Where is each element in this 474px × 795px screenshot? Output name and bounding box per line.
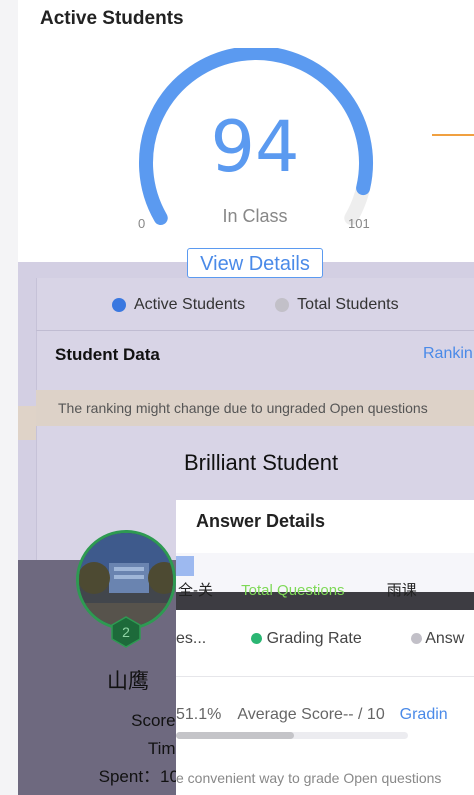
question-marker: [176, 556, 194, 576]
gauge-max: 101: [348, 216, 370, 231]
grading-dot-icon: [251, 633, 263, 645]
score-line: Score1: [131, 711, 185, 730]
view-details-button[interactable]: View Details: [187, 248, 323, 278]
strip-prefix: 全-关: [178, 582, 213, 599]
grading-rate-label[interactable]: Grading Rate: [267, 630, 362, 647]
grading-link[interactable]: Gradin: [400, 706, 448, 723]
grading-progress-fill: [176, 732, 295, 739]
grading-legend: es... Grading Rate Answ: [176, 630, 474, 660]
legend-active-label[interactable]: Active Students: [134, 296, 245, 314]
notice-edge: [18, 406, 36, 440]
brilliant-student-title: Brilliant Student: [184, 450, 339, 475]
total-questions-label[interactable]: Total Questions: [217, 582, 344, 599]
total-dot-icon: [275, 298, 290, 312]
rank-badge-number: 2: [122, 624, 130, 640]
student-data-title: Student Data: [55, 345, 160, 364]
average-score: Average Score-- / 10: [237, 706, 385, 723]
answer-label[interactable]: Answ: [425, 630, 464, 647]
row-divider: [176, 676, 474, 677]
grading-progress-bar: [176, 732, 408, 739]
answer-dot-icon: [410, 633, 422, 645]
bottom-note: e convenient way to grade Open questions: [176, 770, 442, 786]
student-stats: Score1 Time Spent：10": [60, 707, 185, 791]
question-tab-row[interactable]: 全-关 Total Questions 雨课: [176, 579, 474, 609]
rank-badge: 2: [111, 616, 141, 648]
ranking-link[interactable]: Rankin: [423, 345, 473, 363]
time-line: Time: [147, 739, 185, 758]
avatar[interactable]: [76, 530, 176, 630]
legend-total-label[interactable]: Total Students: [297, 296, 398, 314]
spent-line: Spent：10": [98, 767, 185, 786]
percent-value: 51.1%: [176, 706, 222, 723]
gauge-legend: Active Students Total Students: [112, 296, 399, 314]
ranking-notice: The ranking might change due to ungraded…: [36, 390, 474, 426]
active-dot-icon: [112, 298, 126, 312]
score-row: 51.1% Average Score-- / 10 Gradin: [176, 706, 474, 724]
gauge-label: In Class: [222, 206, 288, 226]
tab-left-label[interactable]: es...: [176, 630, 206, 647]
gauge-value: 94: [210, 106, 300, 188]
strip-suffix: 雨课: [386, 582, 417, 599]
gauge-min: 0: [138, 216, 146, 231]
divider: [36, 330, 474, 331]
trend-line: [432, 134, 474, 136]
card-title: Active Students: [40, 8, 184, 29]
modal-title: Answer Details: [196, 511, 326, 531]
